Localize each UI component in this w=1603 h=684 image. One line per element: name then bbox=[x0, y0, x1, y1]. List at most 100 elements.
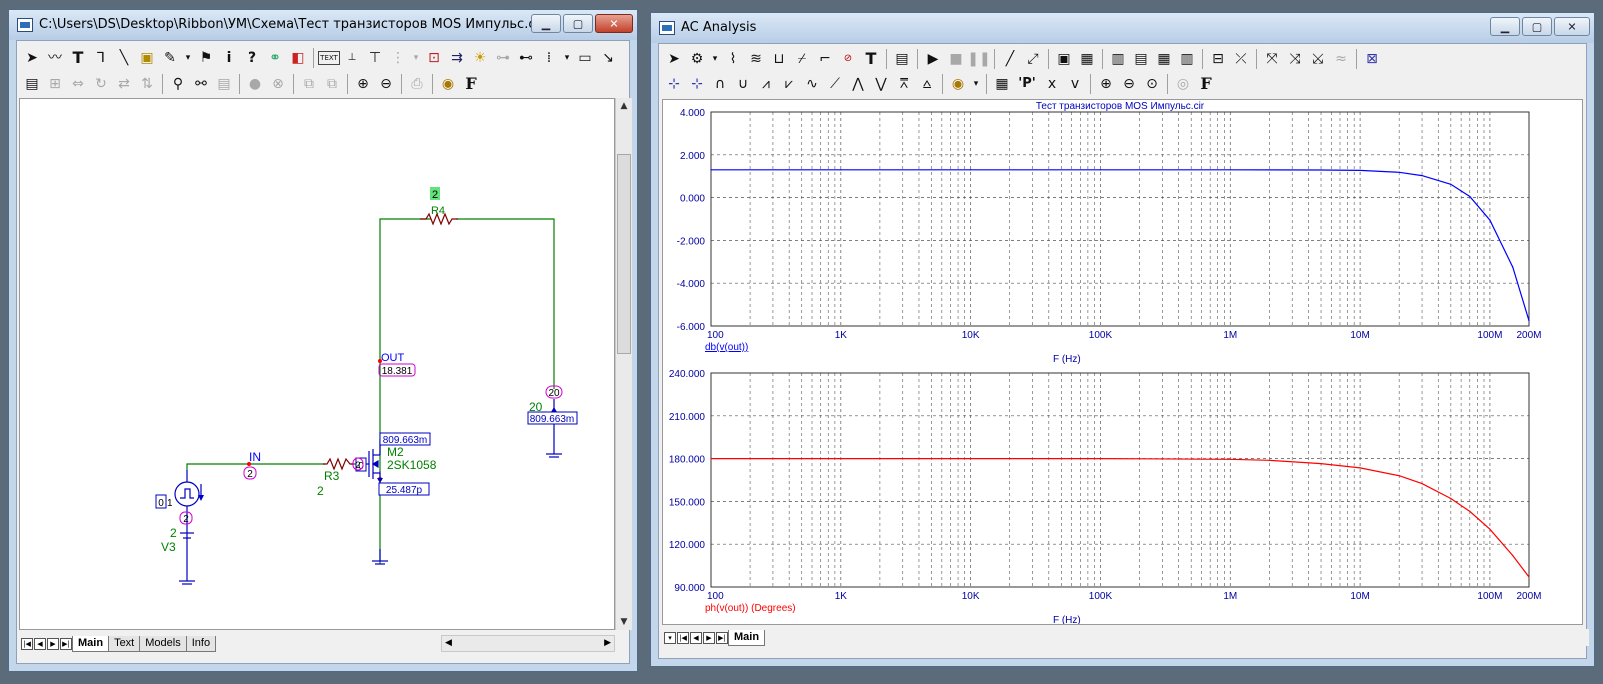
ac-zoom-out-icon[interactable]: ⊖ bbox=[1118, 73, 1140, 95]
ac-valley-icon[interactable]: ∪ bbox=[732, 73, 754, 95]
tab-info[interactable]: Info bbox=[185, 635, 217, 652]
node-numbers-icon[interactable]: ⊥ bbox=[341, 47, 363, 69]
ac-minus-icon[interactable]: ⊟ bbox=[1207, 48, 1229, 70]
close-button[interactable]: ✕ bbox=[595, 14, 633, 33]
ac-animate-icon[interactable]: ◉ bbox=[947, 73, 969, 95]
ac-cursor-both-icon[interactable]: ⤩ bbox=[1307, 48, 1329, 70]
flag-icon[interactable]: ⚑ bbox=[195, 47, 217, 69]
next-tab-icon[interactable]: ▶ bbox=[47, 637, 59, 650]
ac-minor-vgrid-icon[interactable]: ▥ bbox=[1176, 48, 1198, 70]
ac-point-icon[interactable]: ⤫ bbox=[1230, 48, 1252, 70]
font-button[interactable]: F bbox=[460, 73, 482, 95]
wire-out-right[interactable] bbox=[456, 218, 555, 389]
schematic-vertical-scrollbar[interactable]: ▲ ▼ bbox=[615, 98, 632, 630]
ac-properties-icon[interactable]: ▤ bbox=[891, 48, 913, 70]
ac-x-cursor-icon[interactable]: ⅹ bbox=[1041, 73, 1063, 95]
wire-in[interactable] bbox=[186, 463, 325, 470]
ac-zoom-in-icon[interactable]: ⊕ bbox=[1095, 73, 1117, 95]
ac-inflect-icon[interactable]: ∿ bbox=[801, 73, 823, 95]
ac-bottom-icon[interactable]: ⩟ bbox=[916, 73, 938, 95]
ac-p-button[interactable]: 'P' bbox=[1014, 73, 1040, 95]
find-component-icon[interactable]: ⚲ bbox=[167, 73, 189, 95]
connector-icon[interactable]: ⊷ bbox=[515, 47, 537, 69]
zoom-in-icon[interactable]: ⊕ bbox=[352, 73, 374, 95]
ac-vgrid-icon[interactable]: ▥ bbox=[1107, 48, 1129, 70]
ac-minor-grid-icon[interactable]: ▦ bbox=[1153, 48, 1175, 70]
component-icon[interactable]: ▣ bbox=[136, 47, 158, 69]
zoom-out-icon[interactable]: ⊖ bbox=[375, 73, 397, 95]
help-icon[interactable]: ? bbox=[241, 47, 263, 69]
pen-icon[interactable]: ✎ bbox=[159, 47, 181, 69]
wire-wave-icon[interactable]: 〰 bbox=[44, 47, 66, 69]
ac-tab-menu-icon[interactable]: ▾ bbox=[664, 631, 676, 644]
ac-last-tab-icon[interactable]: ▶| bbox=[716, 631, 728, 644]
find-icon[interactable]: ⚭ bbox=[264, 47, 286, 69]
ac-prev-tab-icon[interactable]: ◀ bbox=[690, 631, 702, 644]
ac-plot-icon[interactable]: ⌇ bbox=[722, 48, 744, 70]
ac-cursor-h-icon[interactable]: ⊹ bbox=[663, 73, 685, 95]
ac-frame-icon[interactable]: ▣ bbox=[1053, 48, 1075, 70]
ac-high-icon[interactable]: ⩘ bbox=[755, 73, 777, 95]
wire-out-left[interactable] bbox=[379, 218, 431, 564]
ac-close-button[interactable]: ✕ bbox=[1554, 17, 1590, 36]
ac-select-icon[interactable]: ➤ bbox=[663, 48, 685, 70]
ac-cursor-v-icon[interactable]: ⊹ bbox=[686, 73, 708, 95]
ac-font-button[interactable]: F bbox=[1195, 73, 1217, 95]
ac-cursor-right-icon[interactable]: ⤨ bbox=[1284, 48, 1306, 70]
pin-connections-icon[interactable]: ⊤ bbox=[364, 47, 386, 69]
ac-bracket-icon[interactable]: ⊔ bbox=[768, 48, 790, 70]
ac-global-low-icon[interactable]: ⋁ bbox=[870, 73, 892, 95]
ac-multiplot-icon[interactable]: ≋ bbox=[745, 48, 767, 70]
tab-models[interactable]: Models bbox=[139, 635, 187, 652]
ac-next-tab-icon[interactable]: ▶ bbox=[703, 631, 715, 644]
r3-resistor[interactable] bbox=[323, 457, 354, 471]
scroll-right-icon[interactable]: ▶ bbox=[604, 638, 611, 648]
lamp-icon[interactable]: ☀ bbox=[469, 47, 491, 69]
minimize-button[interactable]: ▁ bbox=[531, 14, 561, 33]
maximize-button[interactable]: ▢ bbox=[563, 14, 593, 33]
last-tab-icon[interactable]: ▶| bbox=[60, 637, 72, 650]
scroll-down-icon[interactable]: ▼ bbox=[616, 614, 632, 630]
binoculars-icon[interactable]: ⚯ bbox=[190, 73, 212, 95]
ortho-wire-icon[interactable]: ⅂ bbox=[90, 47, 112, 69]
text-button[interactable]: TEXT bbox=[318, 51, 340, 65]
ac-first-tab-icon[interactable]: |◀ bbox=[677, 631, 689, 644]
ac-minimize-button[interactable]: ▁ bbox=[1490, 17, 1520, 36]
ac-fo-icon[interactable]: ⊘ bbox=[837, 48, 859, 70]
flow-icon[interactable]: ⇉ bbox=[446, 47, 468, 69]
ac-cursor-left-icon[interactable]: ⤧ bbox=[1261, 48, 1283, 70]
ac-zoom-fit-icon[interactable]: ⊙ bbox=[1141, 73, 1163, 95]
ac-peak-icon[interactable]: ∩ bbox=[709, 73, 731, 95]
pointer-icon[interactable]: ↘ bbox=[597, 47, 619, 69]
palette-icon[interactable]: ◉ bbox=[437, 73, 459, 95]
ac-hgrid-icon[interactable]: ▤ bbox=[1130, 48, 1152, 70]
text-tool-icon[interactable]: T bbox=[67, 47, 89, 69]
info-icon[interactable]: i bbox=[218, 47, 240, 69]
ac-maximize-button[interactable]: ▢ bbox=[1522, 17, 1552, 36]
ac-linear-icon[interactable]: ⤢ bbox=[1022, 48, 1044, 70]
ac-scale-dropdown-icon[interactable]: ▾ bbox=[709, 48, 721, 70]
ac-y-cursor-icon[interactable]: ⅴ bbox=[1064, 73, 1086, 95]
ac-titlebar[interactable]: AC Analysis ▁ ▢ ✕ bbox=[651, 13, 1594, 43]
ac-tag-icon[interactable]: ⌿ bbox=[791, 48, 813, 70]
plot-area[interactable]: 4.000 2.000 0.000 -2.000 -4.000 -6.000 100 1K 10… bbox=[662, 99, 1583, 625]
ac-run-icon[interactable]: ▶ bbox=[922, 48, 944, 70]
dots-icon[interactable]: ⁞ bbox=[538, 47, 560, 69]
ac-table-icon[interactable]: ▦ bbox=[991, 73, 1013, 95]
ac-grid-icon[interactable]: ▦ bbox=[1076, 48, 1098, 70]
ac-text-icon[interactable]: T bbox=[860, 48, 882, 70]
scroll-up-icon[interactable]: ▲ bbox=[616, 98, 632, 114]
color-icon[interactable]: ◧ bbox=[287, 47, 309, 69]
probe-icon[interactable]: ⊡ bbox=[423, 47, 445, 69]
ac-point-tag-icon[interactable]: ⌐ bbox=[814, 48, 836, 70]
properties-icon[interactable]: ▤ bbox=[21, 73, 43, 95]
ac-line-icon[interactable]: ╱ bbox=[999, 48, 1021, 70]
first-tab-icon[interactable]: |◀ bbox=[21, 637, 33, 650]
pen-dropdown-icon[interactable]: ▾ bbox=[182, 47, 194, 69]
prev-tab-icon[interactable]: ◀ bbox=[34, 637, 46, 650]
ac-tab-main[interactable]: Main bbox=[728, 629, 766, 646]
schematic-canvas[interactable]: 2 R4 OUT 18.381 20 20 809.663m 809.663m … bbox=[19, 98, 615, 630]
ac-export-icon[interactable]: ⊠ bbox=[1361, 48, 1383, 70]
select-arrow-icon[interactable]: ➤ bbox=[21, 47, 43, 69]
schematic-titlebar[interactable]: C:\Users\DS\Desktop\Ribbon\УМ\Схема\Тест… bbox=[9, 10, 637, 40]
